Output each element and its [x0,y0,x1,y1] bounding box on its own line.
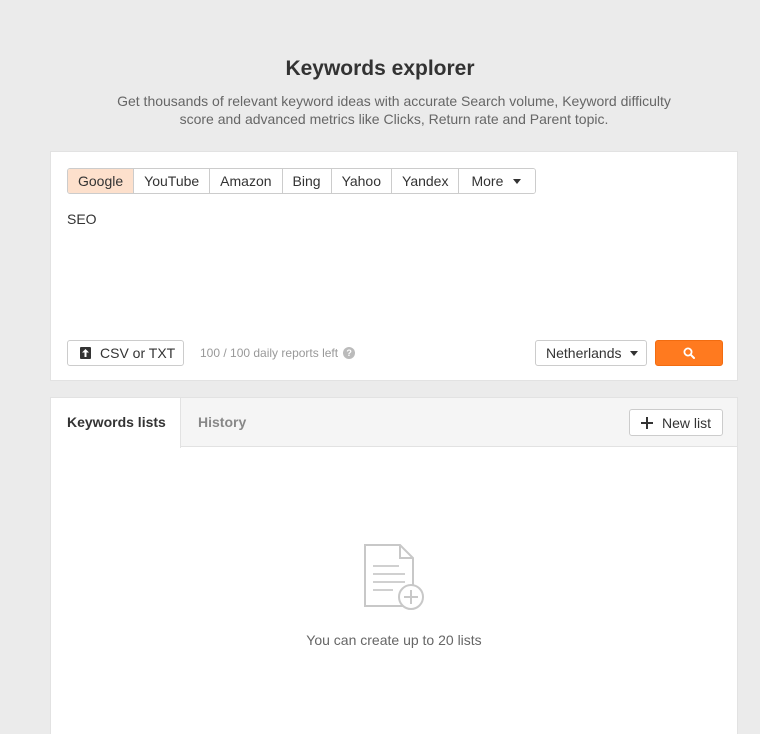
upload-file-button[interactable]: CSV or TXT [67,340,184,366]
search-engine-tabs: Google YouTube Amazon Bing Yahoo Yandex … [67,168,537,194]
new-list-label: New list [662,414,712,431]
plus-icon [641,416,653,429]
engine-more-label: More [471,173,504,189]
upload-file-label: CSV or TXT [100,345,176,361]
lists-tabs: Keywords lists History New list [51,398,737,448]
empty-lists-message: You can create up to 20 lists [306,632,482,648]
search-icon [683,347,695,359]
reports-left: 100 / 100 daily reports left ? [200,346,356,360]
help-icon[interactable]: ? [343,347,356,359]
caret-down-icon [513,178,522,184]
engine-tab-yahoo[interactable]: Yahoo [331,169,393,193]
tab-keywords-lists[interactable]: Keywords lists [51,398,181,448]
caret-down-icon [629,350,638,356]
reports-left-text: 100 / 100 daily reports left [200,346,339,360]
engine-tab-bing[interactable]: Bing [282,169,332,193]
search-card: Google YouTube Amazon Bing Yahoo Yandex … [50,151,738,381]
engine-tab-youtube[interactable]: YouTube [134,169,211,193]
engine-tab-amazon[interactable]: Amazon [210,169,283,193]
page-subtitle: Get thousands of relevant keyword ideas … [117,93,671,127]
page-title: Keywords explorer [285,57,475,80]
search-button[interactable] [655,340,723,366]
tab-history[interactable]: History [198,398,246,447]
engine-more-dropdown[interactable]: More [459,169,536,193]
upload-icon [80,347,91,359]
country-select[interactable]: Netherlands [535,340,647,366]
country-select-value: Netherlands [546,345,622,361]
new-list-button[interactable]: New list [629,409,723,436]
keywords-textarea[interactable]: SEO [67,211,97,227]
engine-tab-google[interactable]: Google [68,169,135,193]
keywords-lists-card: Keywords lists History New list You can … [50,397,738,734]
engine-tab-yandex[interactable]: Yandex [392,169,460,193]
document-add-icon [364,544,424,610]
